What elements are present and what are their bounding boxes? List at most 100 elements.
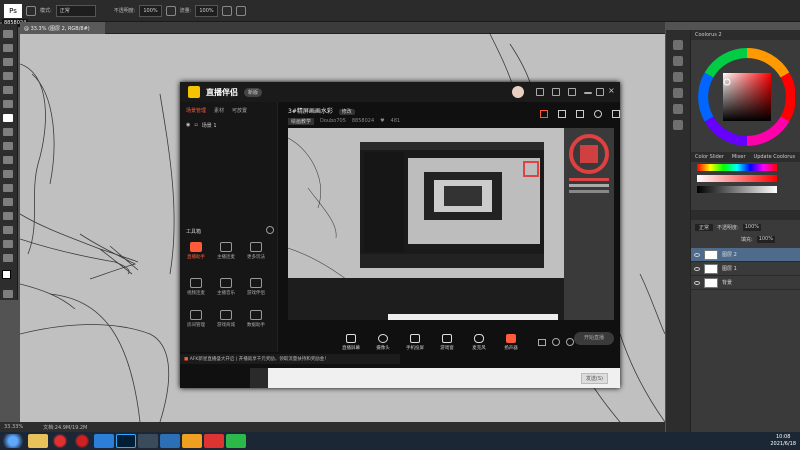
tool-data-assistant[interactable]: 数据助手 [246,310,266,328]
marquee-tool-icon[interactable] [3,44,13,52]
pressure-size-icon[interactable] [235,5,246,16]
dodge-tool-icon[interactable] [3,198,13,206]
photoshop-taskbar-icon[interactable] [116,434,136,448]
minimize-icon[interactable] [584,92,592,94]
zoom-level[interactable]: 33.33% [4,424,23,430]
tool-video-link[interactable]: 视频连麦 [186,278,206,296]
eye-icon[interactable]: ◉ [186,122,190,129]
lock-icon[interactable]: ▫ [194,122,197,129]
gradient-tool-icon[interactable] [3,170,13,178]
gift-icon[interactable] [540,110,548,118]
type-tool-icon[interactable] [3,226,13,234]
scene-row[interactable]: ◉ ▫ 场景 1 [186,122,217,129]
settings-icon[interactable] [552,88,560,96]
character-panel-icon[interactable] [673,104,683,114]
tool-live-assistant[interactable]: 直播助手 [186,242,206,260]
actions-panel-icon[interactable] [673,56,683,66]
paragraph-panel-icon[interactable] [673,120,683,130]
wand-tool-icon[interactable] [3,72,13,80]
eyedropper-tool-icon[interactable] [3,100,13,108]
start-live-button[interactable]: 开始直播 [574,332,614,345]
layer-row[interactable]: 背景 [691,276,800,290]
tab-color-slider[interactable]: Color Slider [695,154,724,160]
category-tag[interactable]: 绘画教学 [288,118,315,125]
maximize-icon[interactable] [596,88,604,96]
saturation-slider[interactable] [697,175,777,182]
netease-music-icon[interactable] [72,434,92,448]
document-tab[interactable]: @ 33.3% (图层 2, RGB/8#) [20,22,105,34]
notice-bar[interactable]: ■ AFK新星直播盛大开启 | 开播就享千元奖励，领取流量扶持和奖励金！ [180,354,400,364]
move-tool-icon[interactable] [3,30,13,38]
microphone-button[interactable]: 麦克风 [466,333,492,351]
tool-game-companion[interactable]: 游戏伴侣 [246,278,266,296]
ps-logo-icon[interactable]: Ps [4,3,22,18]
brightness-slider[interactable] [697,186,777,193]
tool-game-mall[interactable]: 游戏商城 [216,310,236,328]
share-icon[interactable] [612,110,620,118]
swatches-panel-icon[interactable] [673,72,683,82]
source-phone-button[interactable]: 手机投屏 [402,333,428,351]
clock[interactable]: 10:08 2021/6/18 [770,434,796,448]
pressure-opacity-icon[interactable] [165,5,176,16]
file-explorer-icon[interactable] [28,434,48,448]
gear-icon[interactable] [566,338,574,346]
streaming-taskbar-icon[interactable] [182,434,202,448]
layer-opacity-field[interactable]: 100% [742,224,761,231]
message-icon[interactable] [536,88,544,96]
tool-anchor-link[interactable]: 主播连麦 [216,242,236,260]
version-badge[interactable]: 新版 [244,87,263,97]
avatar[interactable] [512,86,524,98]
tab-scene[interactable]: 场景管理 [186,107,206,114]
layer-fill-field[interactable]: 100% [756,236,775,243]
source-game-button[interactable]: 游戏窗 [434,333,460,351]
foreground-color-swatch[interactable] [2,270,11,279]
wechat-icon[interactable] [226,434,246,448]
lasso-tool-icon[interactable] [3,58,13,66]
chat-input-area[interactable]: 发送(S) [250,368,620,388]
close-icon[interactable]: × [608,87,616,95]
opacity-field[interactable]: 100% [139,4,162,17]
tool-room-manage[interactable]: 房间管理 [186,310,206,328]
tab-mixer[interactable]: Mixer [732,154,746,160]
source-screen-button[interactable]: 直播屏幕 [338,333,364,351]
flow-field[interactable]: 100% [195,4,218,17]
hue-slider[interactable] [697,164,777,171]
brush-preset-icon[interactable] [26,5,36,16]
send-button[interactable]: 发送(S) [580,373,608,384]
layer-row[interactable]: 图层 2 [691,248,800,262]
color-wheel[interactable] [697,42,795,148]
history-brush-icon[interactable] [3,142,13,150]
coolorus-header[interactable]: Coolorus 2 [691,30,800,40]
layer-row[interactable]: 图层 1 [691,262,800,276]
copy-icon[interactable] [576,110,584,118]
eraser-tool-icon[interactable] [3,156,13,164]
layout-icon[interactable] [558,110,566,118]
notify-icon[interactable] [594,110,602,118]
start-button-icon[interactable] [0,434,26,448]
edit-tag[interactable]: 修改 [338,109,355,115]
app-window-icon[interactable] [138,434,158,448]
toolbox-more-icon[interactable] [266,226,274,234]
visibility-eye-icon[interactable] [694,280,700,285]
stream-title[interactable]: 3#精屏画画水彩 [288,108,333,115]
visibility-eye-icon[interactable] [694,252,700,257]
crop-tool-icon[interactable] [3,86,13,94]
tab-material[interactable]: 素材 [214,107,224,114]
source-camera-button[interactable]: 摄像头 [370,333,396,351]
stamp-tool-icon[interactable] [3,128,13,136]
app-ie-icon[interactable] [160,434,180,448]
app-blue-icon[interactable] [94,434,114,448]
layer-blend-mode[interactable]: 正常 [695,224,714,231]
tab-placeable[interactable]: 可放置 [232,107,247,114]
tab-update[interactable]: Update Coolorus [754,154,796,160]
tool-anchor-music[interactable]: 主播音乐 [216,278,236,296]
quick-mask-icon[interactable] [3,290,13,298]
app-red-icon[interactable] [50,434,70,448]
record-icon[interactable] [538,338,546,346]
stream-preview[interactable] [288,128,614,320]
brush-tool-icon[interactable] [3,114,13,122]
brush-panel-icon[interactable] [673,88,683,98]
blur-tool-icon[interactable] [3,184,13,192]
pen-tool-icon[interactable] [3,212,13,220]
history-panel-icon[interactable] [673,40,683,50]
